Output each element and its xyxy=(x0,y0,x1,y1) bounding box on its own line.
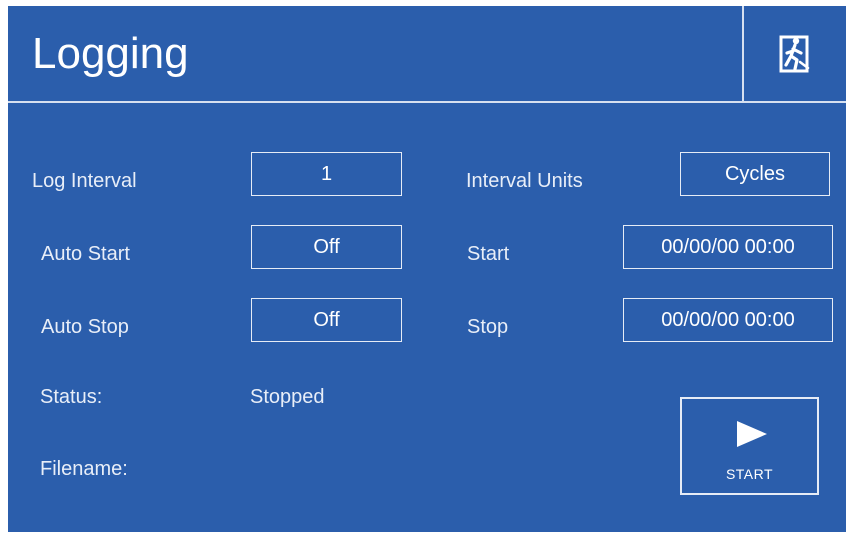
page-title: Logging xyxy=(32,29,189,78)
interval-units-label: Interval Units xyxy=(466,170,583,192)
header-separator xyxy=(8,101,846,103)
status-value: Stopped xyxy=(250,386,325,408)
start-button[interactable]: START xyxy=(680,397,819,495)
auto-stop-field[interactable]: Off xyxy=(251,298,402,342)
status-label: Status: xyxy=(40,386,103,408)
auto-stop-label: Auto Stop xyxy=(41,316,129,338)
start-button-label: START xyxy=(725,466,774,482)
start-time-label: Start xyxy=(467,243,510,265)
exit-button[interactable] xyxy=(744,6,846,101)
log-interval-label: Log Interval xyxy=(32,170,137,192)
start-time-field[interactable]: 00/00/00 00:00 xyxy=(623,225,833,269)
play-icon xyxy=(737,421,767,447)
filename-label: Filename: xyxy=(40,458,128,480)
header-bar: Logging xyxy=(8,6,846,101)
exit-running-man-icon xyxy=(779,35,810,72)
stop-time-field[interactable]: 00/00/00 00:00 xyxy=(623,298,833,342)
stop-time-label: Stop xyxy=(467,316,509,338)
auto-start-field[interactable]: Off xyxy=(251,225,402,269)
interval-units-field[interactable]: Cycles xyxy=(680,152,830,196)
log-interval-field[interactable]: 1 xyxy=(251,152,402,196)
logging-screen: Logging Log Interval 1 Interval Units Cy… xyxy=(8,6,846,532)
auto-start-label: Auto Start xyxy=(41,243,130,265)
